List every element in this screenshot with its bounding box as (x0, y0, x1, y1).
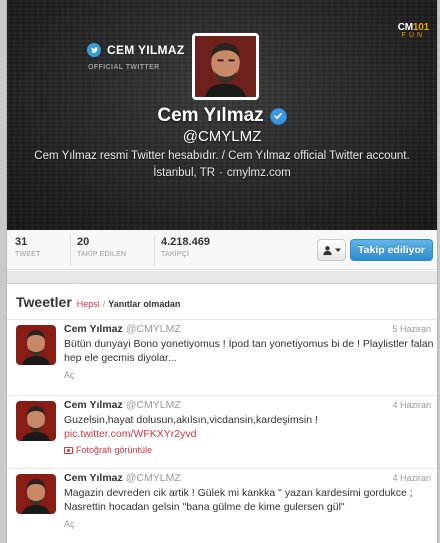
tweet-author[interactable]: Cem Yılmaz @CMYLMZ (64, 323, 181, 335)
tweet-avatar[interactable] (16, 325, 56, 365)
tweet-date[interactable]: 4 Haziran (392, 400, 431, 410)
tweet-item[interactable]: Cem Yılmaz @CMYLMZ 4 Haziran Guzelsin,hay… (7, 397, 437, 469)
tweet-author[interactable]: Cem Yılmaz @CMYLMZ (64, 472, 181, 484)
profile-handle: @CMYLMZ (182, 128, 262, 145)
tweet-author[interactable]: Cem Yılmaz @CMYLMZ (64, 399, 181, 411)
stat-followers[interactable]: 4.218.469 TAKİPÇİ (161, 236, 210, 258)
tweet-author-name: Cem Yılmaz (64, 323, 123, 335)
view-photo-link[interactable]: Fotoğrafı görüntüle (64, 445, 152, 455)
tweets-panel-header: Tweetler Hepsi / Yanıtlar olmadan (7, 284, 437, 320)
stat-tweets[interactable]: 31 TWEET (15, 236, 41, 258)
stat-followers-label: TAKİPÇİ (161, 251, 190, 258)
tweets-panel: Tweetler Hepsi / Yanıtlar olmadan Cem Yı… (7, 283, 437, 543)
stat-following-label: TAKİP EDİLEN (77, 251, 127, 258)
profile-location: İstanbul, TR (153, 167, 216, 179)
cm101-logo: CM101 FUN (398, 22, 429, 39)
tweet-author-name: Cem Yılmaz (64, 399, 123, 411)
tweet-avatar[interactable] (16, 474, 56, 514)
stat-followers-value: 4.218.469 (161, 236, 210, 248)
tweet-author-handle: @CMYLMZ (125, 472, 181, 484)
brand-subtitle: OFFICIAL TWITTER (88, 64, 160, 71)
profile-bio: Cem Yılmaz resmi Twitter hesabıdır. / Ce… (34, 150, 410, 162)
section-gap (7, 271, 437, 283)
profile-website-link[interactable]: cmylmz.com (227, 167, 291, 179)
profile-header: CEM YILMAZ OFFICIAL TWITTER CM101 FUN Ce… (7, 0, 437, 230)
tweet-expand-link[interactable]: Aç (64, 519, 75, 529)
header-brand: CEM YILMAZ (87, 43, 184, 57)
brand-name: CEM YILMAZ (107, 43, 185, 57)
stat-divider (154, 234, 155, 266)
tab-separator: / (102, 299, 106, 309)
profile-avatar[interactable] (192, 33, 259, 100)
tweet-date[interactable]: 4 Haziran (392, 473, 431, 483)
tab-no-replies[interactable]: Yanıtlar olmadan (108, 299, 180, 309)
cm-logo-sub: FUN (401, 32, 426, 39)
location-separator: · (219, 167, 223, 179)
stat-tweets-value: 31 (15, 236, 28, 248)
tweet-text: Bütün dunyayi Bono yonetiyomus ! İpod ta… (64, 338, 434, 364)
user-actions-dropdown-button[interactable] (317, 239, 346, 261)
following-button[interactable]: Takip ediliyor (350, 239, 433, 261)
stat-tweets-label: TWEET (15, 251, 41, 258)
tweets-title: Tweetler (16, 294, 72, 310)
user-icon (323, 245, 332, 255)
profile-location-row: İstanbul, TR · cmylmz.com (7, 167, 437, 179)
photo-icon (64, 446, 73, 454)
stat-divider (70, 234, 71, 266)
tweet-avatar[interactable] (16, 401, 56, 441)
caret-down-icon (335, 248, 341, 252)
verified-badge-icon (269, 107, 287, 125)
tweet-author-handle: @CMYLMZ (125, 399, 181, 411)
profile-name-row: Cem Yılmaz (7, 105, 437, 127)
tweet-date[interactable]: 5 Haziran (392, 324, 431, 334)
tab-all-tweets[interactable]: Hepsi (77, 299, 100, 309)
tweet-expand-link[interactable]: Aç (64, 370, 75, 380)
twitter-bird-icon (87, 43, 101, 57)
tweet-author-name: Cem Yılmaz (64, 472, 123, 484)
tweet-item[interactable]: Cem Yılmaz @CMYLMZ 5 Haziran Bütün dunyay… (7, 321, 437, 396)
tweet-photo-link[interactable]: pic.twitter.com/WFKXYr2yvd (64, 428, 196, 440)
tweet-text: Guzelsin,hayat dolusun,akılsın,vicdansin… (64, 413, 434, 441)
profile-display-name: Cem Yılmaz (157, 105, 264, 126)
stat-following[interactable]: 20 TAKİP EDİLEN (77, 236, 126, 258)
tweet-author-handle: @CMYLMZ (125, 323, 181, 335)
tweet-text-body: Guzelsin,hayat dolusun,akılsın,vicdansin… (64, 414, 318, 426)
view-photo-label: Fotoğrafı görüntüle (76, 445, 153, 455)
profile-page: CEM YILMAZ OFFICIAL TWITTER CM101 FUN Ce… (6, 0, 438, 543)
tweet-item[interactable]: Cem Yılmaz @CMYLMZ 4 Haziran Magazin devr… (7, 470, 437, 543)
stat-following-value: 20 (77, 236, 90, 248)
tweet-text: Magazin devreden cik artik ! Gülek mi ka… (64, 487, 413, 513)
